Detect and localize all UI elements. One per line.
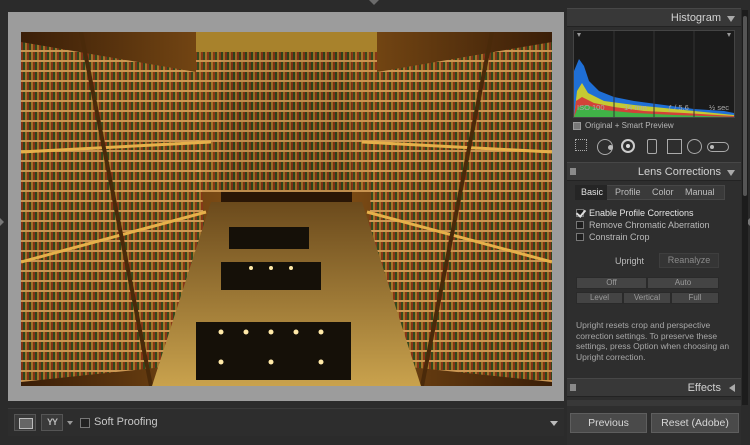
remove-chromatic-aberration-checkbox[interactable] [576, 221, 584, 229]
top-panel-toggle-icon[interactable] [369, 0, 379, 5]
lens-corrections-title: Lens Corrections [637, 166, 721, 178]
histogram-title: Histogram [670, 12, 721, 24]
soft-proofing-checkbox[interactable] [80, 418, 90, 428]
next-panel-header-edge[interactable] [567, 400, 741, 406]
left-panel-toggle-icon[interactable] [0, 218, 4, 226]
remove-chromatic-aberration-label: Remove Chromatic Aberration [589, 220, 710, 230]
previous-button[interactable]: Previous [570, 413, 647, 433]
image-preview-area[interactable] [8, 12, 564, 401]
soft-proofing-label: Soft Proofing [94, 416, 158, 428]
aperture-value: ƒ / 5.6 [668, 103, 689, 112]
upright-level-button[interactable]: Level [576, 292, 623, 304]
lightroom-develop-window: YY Soft Proofing Histogram ISO 100 14 mm… [0, 0, 750, 445]
iso-value: ISO 100 [577, 103, 605, 112]
panel-switch-icon[interactable] [570, 168, 576, 175]
red-eye-icon[interactable] [647, 139, 657, 154]
collapse-triangle-icon[interactable] [727, 16, 735, 22]
lens-corrections-header[interactable]: Lens Corrections [567, 162, 741, 181]
spot-removal-icon[interactable] [621, 139, 635, 153]
enable-profile-corrections-label: Enable Profile Corrections [589, 208, 694, 218]
before-after-view-button[interactable]: YY [41, 414, 63, 431]
histogram-header[interactable]: Histogram [567, 8, 741, 27]
lens-corrections-tabs: Basic Profile Color Manual [567, 185, 741, 201]
adjustment-brush-icon[interactable] [707, 142, 729, 152]
view-mode-dropdown-icon[interactable] [67, 421, 73, 425]
upright-auto-button[interactable]: Auto [647, 277, 719, 289]
reset-button[interactable]: Reset (Adobe) [651, 413, 739, 433]
crop-icon[interactable] [597, 139, 613, 155]
upright-off-button[interactable]: Off [576, 277, 647, 289]
bottom-toolbar: YY Soft Proofing [8, 408, 564, 436]
right-panel: Histogram ISO 100 14 mm ƒ / 5.6 ½ sec Or… [567, 8, 741, 445]
right-panel-buttons: Previous Reset (Adobe) [567, 409, 741, 437]
library-photo-illustration [21, 32, 552, 386]
effects-header[interactable]: Effects [567, 378, 741, 397]
constrain-crop-label: Constrain Crop [589, 232, 650, 242]
focal-length-value: 14 mm [624, 103, 647, 112]
radial-filter-icon[interactable] [687, 139, 702, 154]
histogram-graph: ISO 100 14 mm ƒ / 5.6 ½ sec [573, 30, 735, 118]
upright-vertical-button[interactable]: Vertical [623, 292, 671, 304]
right-panel-scrollbar[interactable] [742, 10, 748, 405]
exif-readout: ISO 100 14 mm ƒ / 5.6 ½ sec [574, 103, 734, 115]
tab-profile[interactable]: Profile [615, 187, 641, 197]
tab-basic[interactable]: Basic [581, 187, 603, 197]
grid-overlay-icon[interactable] [575, 139, 587, 151]
upright-row: Upright Reanalyze [567, 253, 741, 269]
upright-full-button[interactable]: Full [671, 292, 719, 304]
effects-title: Effects [687, 382, 721, 394]
scrollbar-thumb[interactable] [743, 16, 747, 196]
smart-preview-label: Original + Smart Preview [585, 121, 674, 130]
smart-preview-status[interactable]: Original + Smart Preview [573, 120, 735, 134]
panel-switch-icon[interactable] [570, 384, 576, 391]
tool-strip [567, 136, 741, 158]
library-photo[interactable] [21, 32, 552, 386]
constrain-crop-checkbox[interactable] [576, 233, 584, 241]
tab-manual[interactable]: Manual [685, 187, 715, 197]
enable-profile-corrections-checkbox[interactable] [576, 209, 584, 217]
graduated-filter-icon[interactable] [667, 139, 682, 154]
smart-preview-icon [573, 122, 581, 130]
upright-label: Upright [615, 256, 645, 266]
loupe-view-button[interactable] [14, 414, 36, 431]
tab-color[interactable]: Color [652, 187, 674, 197]
upright-description: Upright resets crop and perspective corr… [576, 320, 730, 362]
expand-triangle-icon[interactable] [729, 384, 735, 392]
collapse-triangle-icon[interactable] [727, 170, 735, 176]
shutter-value: ½ sec [709, 103, 730, 112]
toolbar-options-icon[interactable] [550, 421, 558, 426]
reanalyze-button[interactable]: Reanalyze [659, 253, 719, 268]
